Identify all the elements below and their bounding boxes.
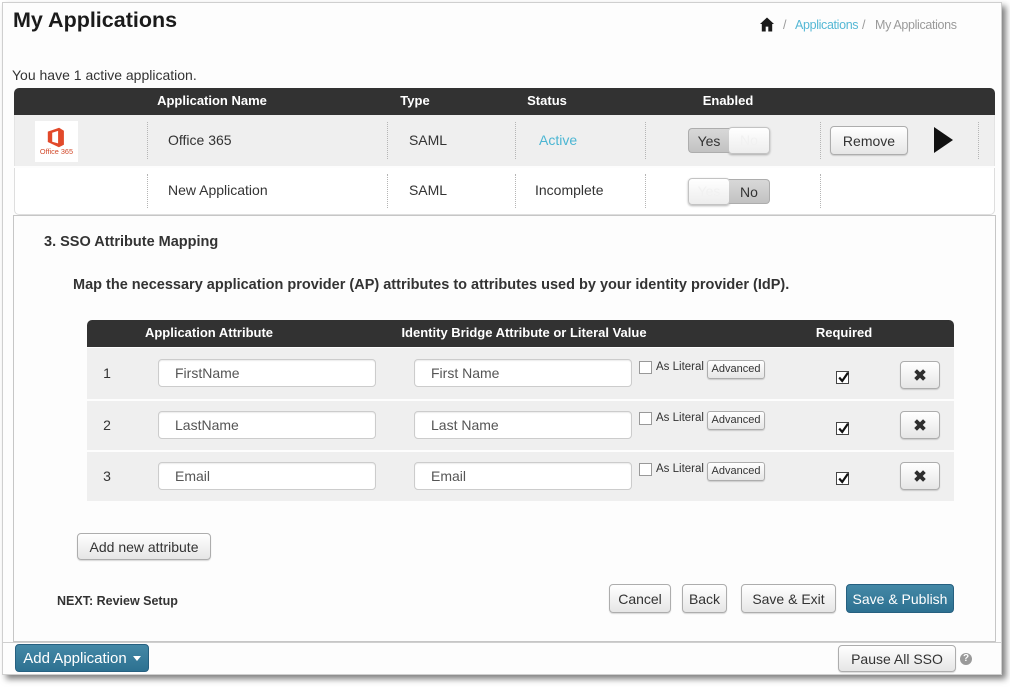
svg-text:Office 365: Office 365 [40, 147, 73, 156]
